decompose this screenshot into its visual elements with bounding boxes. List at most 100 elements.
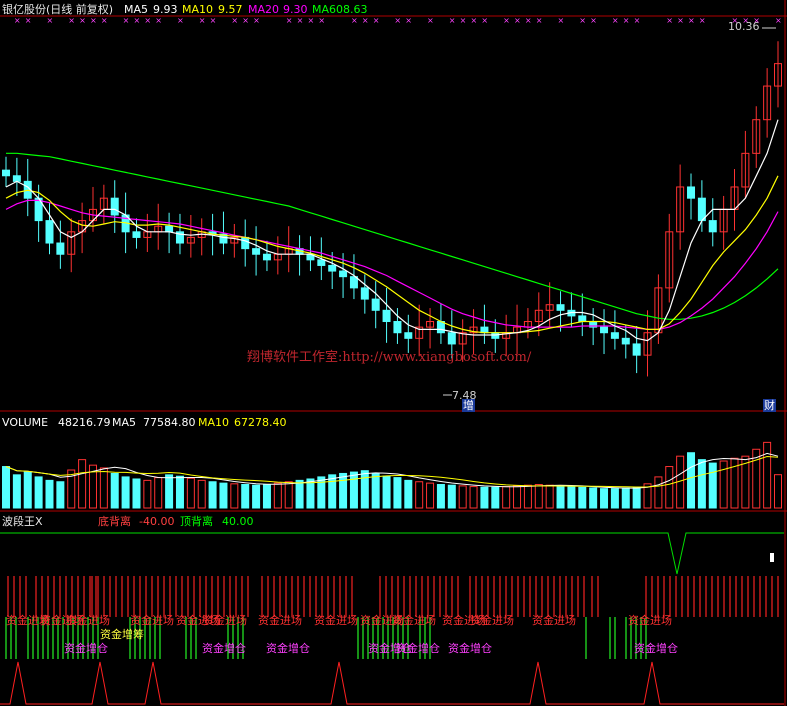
ma60-legend-name: MA60 (312, 3, 344, 16)
volume-bar (284, 481, 293, 509)
volume-bar (436, 484, 445, 509)
top-signal-cross: × (46, 16, 53, 25)
signal-label-capital-entry: 资金进场 (130, 614, 174, 627)
candle-body (12, 175, 21, 182)
top-signal-cross: × (210, 16, 217, 25)
candle-body (262, 253, 271, 261)
top-signal-cross: × (405, 16, 412, 25)
volume-bar (610, 488, 619, 509)
volume-bar (632, 486, 641, 509)
volume-bar (523, 484, 532, 509)
volume-bar (534, 484, 543, 509)
candle-body (632, 343, 641, 356)
candle-body (339, 270, 348, 278)
volume-bar (78, 459, 87, 509)
top-signal-cross: × (14, 16, 21, 25)
top-signal-cross: × (775, 16, 782, 25)
ma10-legend-name: MA10 (182, 3, 214, 16)
candle-body (2, 169, 10, 177)
top-signal-cross: × (623, 16, 630, 25)
volume-bar (2, 466, 10, 509)
volume-bar (665, 466, 674, 509)
volume-bar (110, 472, 119, 509)
candle-body (687, 186, 696, 199)
top-signal-cross: × (231, 16, 238, 25)
volume-bar (469, 486, 478, 509)
top-signal-cross: × (133, 16, 140, 25)
top-signal-cross: × (688, 16, 695, 25)
finance-badge[interactable]: 财 (763, 399, 776, 412)
volume-bar (578, 486, 587, 509)
candle-body (610, 332, 619, 339)
signal-label-capital-increase: 资金增仓 (266, 642, 310, 655)
volume-bar (719, 460, 728, 509)
volume-bar (567, 486, 576, 509)
volume-legend-value: 48216.79 (58, 416, 111, 429)
volume-bar (687, 452, 696, 509)
signal-label-capital-entry: 资金进场 (628, 614, 672, 627)
signal-label-capital-entry: 资金进场 (203, 614, 247, 627)
top-signal-cross: × (558, 16, 565, 25)
ma20-legend-value: 9.30 (283, 3, 308, 16)
spike-signal-line (0, 661, 784, 705)
top-signal-cross: × (503, 16, 510, 25)
top-signal-cross: × (362, 16, 369, 25)
indicator-panel-title: 波段王X (2, 515, 43, 528)
volume-bar (480, 486, 489, 509)
volume-bar (219, 482, 228, 509)
top-signal-cross: × (318, 16, 325, 25)
volume-bar (241, 484, 250, 509)
volume-bar (154, 477, 163, 509)
volume-bar (763, 441, 772, 509)
top-signal-cross: × (307, 16, 314, 25)
signal-label-capital-increase: 资金增仓 (64, 642, 108, 655)
candle-body (45, 220, 54, 244)
top-signal-cross: × (101, 16, 108, 25)
volume-bar (165, 474, 174, 509)
volume-bar (447, 484, 456, 509)
signal-label-capital-entry: 资金进场 (258, 614, 302, 627)
bottom-divergence-name: 底背离 (98, 515, 131, 528)
top-signal-cross: × (253, 16, 260, 25)
volume-bar (12, 474, 21, 509)
volume-bar (132, 478, 141, 509)
volume-bar (273, 482, 282, 509)
top-signal-cross: × (427, 16, 434, 25)
candle-body (110, 197, 119, 216)
top-signal-cross: × (373, 16, 380, 25)
vol-ma10-legend-name: MA10 (198, 416, 230, 429)
top-signal-cross: × (677, 16, 684, 25)
volume-bar (306, 478, 315, 509)
top-divergence-value: 40.00 (222, 515, 254, 528)
top-signal-cross: × (90, 16, 97, 25)
volume-bar (175, 475, 184, 509)
divergence-marker (770, 553, 774, 562)
volume-bar (371, 472, 380, 509)
top-signal-cross: × (590, 16, 597, 25)
volume-bar (545, 484, 554, 509)
candle-body (447, 332, 456, 345)
volume-bar (697, 459, 706, 509)
volume-bar (774, 474, 782, 509)
volume-bar (458, 485, 467, 509)
top-divergence-name: 顶背离 (180, 515, 213, 528)
top-signal-cross: × (123, 16, 130, 25)
signal-label-capital-increase: 资金增仓 (202, 642, 246, 655)
candle-body (371, 298, 380, 311)
vol-ma5-legend-name: MA5 (112, 416, 137, 429)
volume-bar (23, 471, 32, 509)
candle-body (382, 309, 391, 323)
high-price-label: 10.36 (728, 20, 760, 33)
candle-body (241, 236, 250, 250)
increase-badge: 增 (462, 399, 475, 412)
volume-bar (600, 488, 609, 509)
signal-label-capital-increase: 资金增仓 (448, 642, 492, 655)
candle-body (56, 242, 65, 255)
top-signal-cross: × (514, 16, 521, 25)
volume-bar (589, 487, 598, 509)
top-signal-cross: × (155, 16, 162, 25)
candle-body (621, 337, 630, 345)
candle-body (436, 321, 445, 334)
ma20-legend-name: MA20 (248, 3, 280, 16)
volume-bar (208, 481, 217, 509)
